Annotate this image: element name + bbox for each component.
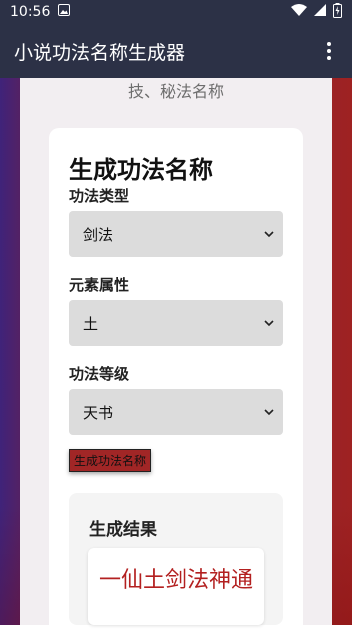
chevron-down-icon [264,320,274,327]
image-icon [58,4,71,20]
type-select[interactable]: 剑法 [69,211,283,257]
generate-button[interactable]: 生成功法名称 [69,449,151,472]
element-label: 元素属性 [69,276,130,294]
more-vert-icon[interactable] [320,39,338,63]
grade-select-value: 天书 [83,403,114,422]
element-select-value: 土 [83,314,99,333]
chevron-down-icon [264,231,274,238]
page-subtitle: 技、秘法名称 [127,82,224,101]
chevron-down-icon [264,409,274,416]
result-value: 一仙土剑法神通 [98,568,253,593]
battery-icon [333,2,342,22]
app-title: 小说功法名称生成器 [14,41,186,64]
type-select-value: 剑法 [83,225,114,244]
element-select[interactable]: 土 [69,300,283,346]
signal-icon [313,3,327,21]
grade-select[interactable]: 天书 [69,389,283,435]
page-title: 生成功法名称 [69,156,213,184]
type-label: 功法类型 [69,187,130,205]
result-title: 生成结果 [89,520,157,540]
status-time: 10:56 [10,4,51,20]
grade-label: 功法等级 [69,365,130,383]
app-bar: 小说功法名称生成器 [0,24,352,78]
wifi-icon [291,3,307,21]
status-bar: 10:56 [0,0,352,24]
